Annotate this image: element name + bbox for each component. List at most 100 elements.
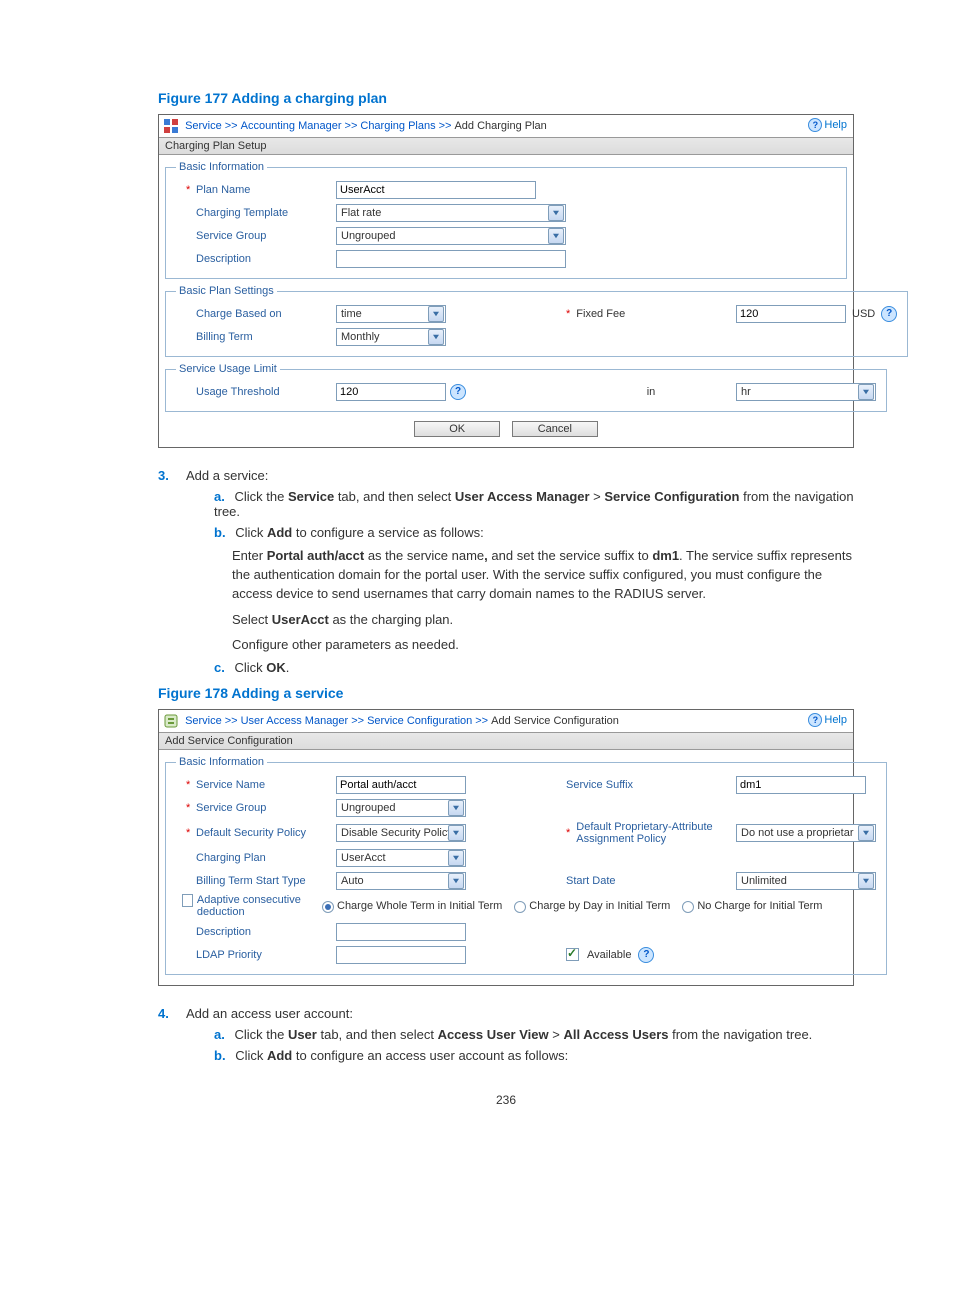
help-icon[interactable]: ?	[881, 306, 897, 322]
breadcrumb: Service >> Accounting Manager >> Chargin…	[185, 120, 547, 132]
chevron-down-icon	[448, 825, 464, 841]
lbl-charge-based: Charge Based on	[176, 308, 336, 320]
bc-add-charging: Add Charging Plan	[454, 120, 546, 132]
description-input[interactable]	[336, 923, 466, 941]
help-icon[interactable]: ?	[638, 947, 654, 963]
ldap-priority-input[interactable]	[336, 946, 466, 964]
step-4: 4.Add an access user account:	[158, 1006, 854, 1021]
help-link[interactable]: ?Help	[808, 713, 847, 727]
figure-178-title: Figure 178 Adding a service	[158, 685, 854, 701]
lbl-default-security: Default Security Policy	[176, 827, 336, 839]
page-number: 236	[158, 1093, 854, 1107]
bc-uam[interactable]: User Access Manager	[241, 715, 349, 727]
step-3-p3: Configure other parameters as needed.	[232, 635, 854, 654]
radio-by-day[interactable]: Charge by Day in Initial Term	[514, 900, 670, 912]
group-basic-info-178: Basic Information Service Name Service S…	[165, 756, 887, 974]
chevron-down-icon	[448, 873, 464, 889]
chevron-down-icon	[548, 205, 564, 221]
lbl-service-group: Service Group	[176, 802, 336, 814]
default-security-select[interactable]: Disable Security Policy	[336, 824, 466, 842]
usage-unit-select[interactable]: hr	[736, 383, 876, 401]
step-3-p2: Select UserAcct as the charging plan.	[232, 610, 854, 629]
service-config-panel: Service >> User Access Manager >> Servic…	[158, 709, 854, 985]
bc-service[interactable]: Service	[185, 715, 222, 727]
chevron-down-icon	[428, 329, 444, 345]
lbl-service-group: Service Group	[176, 230, 336, 242]
adaptive-checkbox[interactable]	[182, 894, 193, 907]
billing-term-select[interactable]: Monthly	[336, 328, 446, 346]
description-input[interactable]	[336, 250, 566, 268]
figure-177-title: Figure 177 Adding a charging plan	[158, 90, 854, 106]
lbl-available: Available	[587, 949, 631, 961]
lbl-billing-start: Billing Term Start Type	[176, 875, 336, 887]
default-prop-select[interactable]: Do not use a proprietar	[736, 824, 876, 842]
step-4a: a. Click the User tab, and then select A…	[214, 1027, 854, 1042]
lbl-adaptive: Adaptive consecutive deduction	[176, 894, 322, 918]
chevron-down-icon	[448, 800, 464, 816]
help-link[interactable]: ?Help	[808, 118, 847, 132]
group-plan-settings: Basic Plan Settings Charge Based on time…	[165, 285, 908, 357]
available-checkbox[interactable]	[566, 948, 579, 961]
service-group-select[interactable]: Ungrouped	[336, 227, 566, 245]
legend-basic-info: Basic Information	[176, 161, 267, 173]
legend-plan-settings: Basic Plan Settings	[176, 285, 277, 297]
bc-charging-plans[interactable]: Charging Plans	[360, 120, 435, 132]
bc-svc-config[interactable]: Service Configuration	[367, 715, 472, 727]
ok-button[interactable]: OK	[414, 421, 500, 437]
charging-plan-select[interactable]: UserAcct	[336, 849, 466, 867]
lbl-description: Description	[176, 253, 336, 265]
section-add-service: Add Service Configuration	[159, 732, 853, 750]
usage-threshold-input[interactable]	[336, 383, 446, 401]
start-date-select[interactable]: Unlimited	[736, 872, 876, 890]
legend-basic-info: Basic Information	[176, 756, 267, 768]
step-4b: b. Click Add to configure an access user…	[214, 1048, 854, 1063]
service-suffix-input[interactable]	[736, 776, 866, 794]
lbl-ldap-priority: LDAP Priority	[176, 949, 336, 961]
lbl-charging-plan: Charging Plan	[176, 852, 336, 864]
lbl-charging-template: Charging Template	[176, 207, 336, 219]
legend-usage-limit: Service Usage Limit	[176, 363, 280, 375]
step-3-p1: Enter Portal auth/acct as the service na…	[232, 546, 854, 604]
cancel-button[interactable]: Cancel	[512, 421, 598, 437]
fixed-fee-input[interactable]	[736, 305, 846, 323]
bc-add-svc: Add Service Configuration	[491, 715, 619, 727]
lbl-billing-term: Billing Term	[176, 331, 336, 343]
chevron-down-icon	[858, 825, 874, 841]
step-3c: c. Click OK.	[214, 660, 854, 675]
radio-whole-term[interactable]: Charge Whole Term in Initial Term	[322, 900, 502, 912]
step-3a: a. Click the Service tab, and then selec…	[214, 489, 854, 519]
service-group-select[interactable]: Ungrouped	[336, 799, 466, 817]
lbl-start-date: Start Date	[566, 875, 616, 887]
bc-service[interactable]: Service	[185, 120, 222, 132]
lbl-service-name: Service Name	[176, 779, 336, 791]
bc-acct-mgr[interactable]: Accounting Manager	[241, 120, 342, 132]
lbl-fixed-fee: Fixed Fee	[576, 308, 625, 320]
plan-name-input[interactable]	[336, 181, 536, 199]
step-3b: b. Click Add to configure a service as f…	[214, 525, 854, 540]
breadcrumb: Service >> User Access Manager >> Servic…	[185, 715, 619, 727]
group-usage-limit: Service Usage Limit Usage Threshold ? in…	[165, 363, 887, 412]
charging-template-select[interactable]: Flat rate	[336, 204, 566, 222]
chevron-down-icon	[858, 384, 874, 400]
help-icon[interactable]: ?	[450, 384, 466, 400]
charge-based-select[interactable]: time	[336, 305, 446, 323]
chevron-down-icon	[548, 228, 564, 244]
lbl-plan-name: Plan Name	[176, 184, 336, 196]
radio-no-charge[interactable]: No Charge for Initial Term	[682, 900, 822, 912]
help-icon: ?	[808, 118, 822, 132]
lbl-description: Description	[176, 926, 336, 938]
step-3: 3.Add a service:	[158, 468, 854, 483]
currency-label: USD	[852, 308, 875, 320]
lbl-default-prop: Default Proprietary-Attribute Assignment…	[576, 821, 736, 845]
group-basic-info: Basic Information Plan Name Charging Tem…	[165, 161, 847, 279]
service-name-input[interactable]	[336, 776, 466, 794]
chevron-down-icon	[858, 873, 874, 889]
lbl-service-suffix: Service Suffix	[566, 779, 633, 791]
lbl-in: in	[647, 386, 656, 398]
chevron-down-icon	[428, 306, 444, 322]
section-charging-setup: Charging Plan Setup	[159, 137, 853, 155]
charging-plan-panel: Service >> Accounting Manager >> Chargin…	[158, 114, 854, 448]
lbl-usage-threshold: Usage Threshold	[176, 386, 336, 398]
help-icon: ?	[808, 713, 822, 727]
billing-start-select[interactable]: Auto	[336, 872, 466, 890]
